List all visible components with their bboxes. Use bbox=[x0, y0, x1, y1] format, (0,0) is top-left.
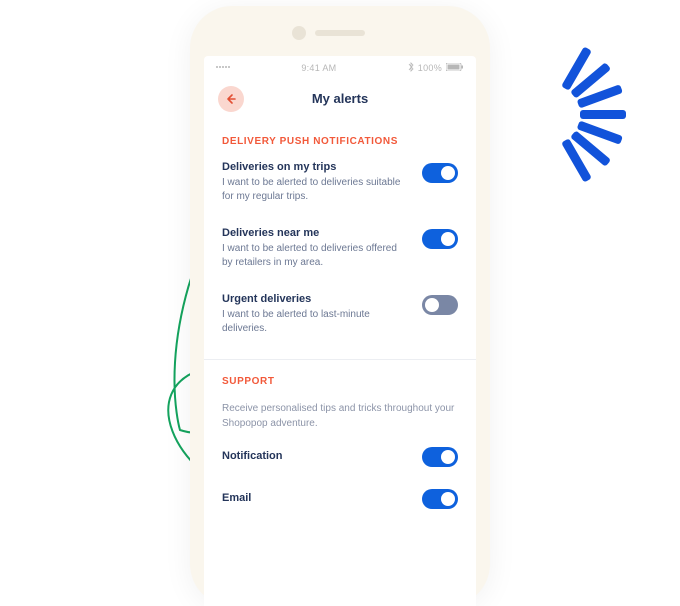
section-desc-support: Receive personalised tips and tricks thr… bbox=[222, 401, 458, 431]
toggle-urgent-deliveries[interactable] bbox=[422, 295, 458, 315]
setting-desc: I want to be alerted to last-minute deli… bbox=[222, 308, 408, 337]
toggle-email[interactable] bbox=[422, 489, 458, 509]
setting-row-deliveries-trips: Deliveries on my trips I want to be aler… bbox=[222, 161, 458, 205]
setting-title: Deliveries near me bbox=[222, 227, 408, 239]
arrow-left-icon bbox=[225, 93, 237, 105]
toggle-deliveries-trips[interactable] bbox=[422, 163, 458, 183]
app-screen: 9:41 AM 100% My alerts DELIVERY PUSH NOT… bbox=[204, 56, 476, 606]
section-divider bbox=[204, 359, 476, 360]
status-bar: 9:41 AM 100% bbox=[204, 56, 476, 78]
section-header-delivery: DELIVERY PUSH NOTIFICATIONS bbox=[222, 136, 458, 147]
setting-title: Deliveries on my trips bbox=[222, 161, 408, 173]
setting-title: Email bbox=[222, 492, 251, 504]
setting-title: Notification bbox=[222, 450, 283, 462]
setting-row-email: Email bbox=[222, 487, 458, 509]
setting-desc: I want to be alerted to deliveries suita… bbox=[222, 176, 408, 205]
setting-row-notification: Notification bbox=[222, 445, 458, 467]
page-title: My alerts bbox=[204, 91, 476, 106]
phone-frame: 9:41 AM 100% My alerts DELIVERY PUSH NOT… bbox=[190, 6, 490, 606]
bluetooth-icon bbox=[408, 62, 414, 74]
setting-row-deliveries-near: Deliveries near me I want to be alerted … bbox=[222, 227, 458, 271]
setting-row-urgent-deliveries: Urgent deliveries I want to be alerted t… bbox=[222, 293, 458, 337]
settings-content: DELIVERY PUSH NOTIFICATIONS Deliveries o… bbox=[204, 126, 476, 606]
setting-desc: I want to be alerted to deliveries offer… bbox=[222, 242, 408, 271]
section-header-support: SUPPORT bbox=[222, 376, 458, 387]
toggle-notification[interactable] bbox=[422, 447, 458, 467]
setting-title: Urgent deliveries bbox=[222, 293, 408, 305]
blue-burst-icon bbox=[500, 50, 620, 170]
battery-percent: 100% bbox=[418, 63, 442, 73]
battery-icon bbox=[446, 63, 464, 73]
toggle-deliveries-near[interactable] bbox=[422, 229, 458, 249]
back-button[interactable] bbox=[218, 86, 244, 112]
navbar: My alerts bbox=[204, 78, 476, 126]
signal-icon bbox=[216, 63, 230, 73]
status-time: 9:41 AM bbox=[301, 63, 336, 73]
